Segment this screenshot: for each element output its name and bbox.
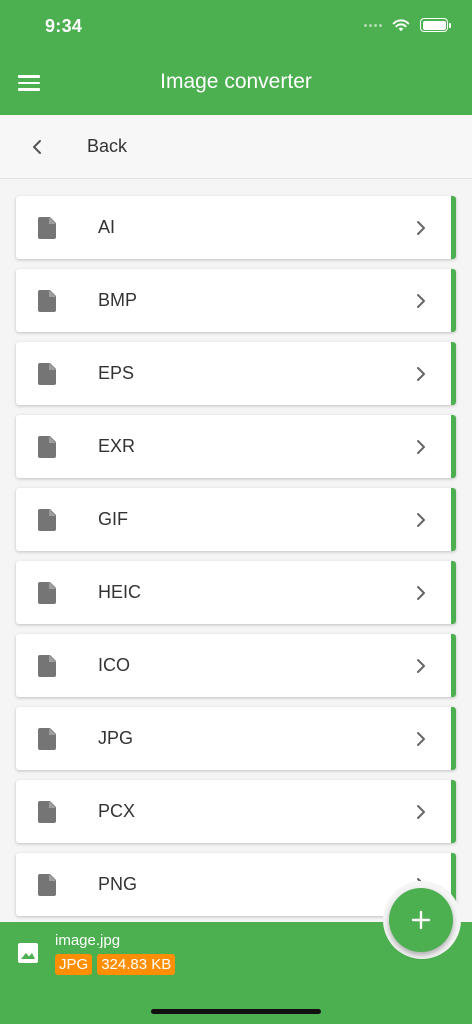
file-icon [38, 582, 56, 604]
chevron-right-icon [417, 440, 425, 454]
format-label: AI [98, 217, 116, 237]
chevron-right-icon [417, 732, 425, 746]
cellular-signal-icon [364, 23, 382, 27]
format-label: ICO [98, 655, 131, 675]
back-label: Back [87, 136, 128, 156]
chevron-right-icon [417, 513, 425, 527]
file-icon [38, 363, 56, 385]
file-icon [38, 509, 56, 531]
format-label: EPS [98, 363, 135, 383]
file-icon [38, 217, 56, 239]
format-label: BMP [98, 290, 138, 310]
file-icon [38, 655, 56, 677]
chevron-right-icon [417, 586, 425, 600]
format-item-gif[interactable]: GIF [16, 488, 456, 551]
file-icon [38, 728, 56, 750]
wifi-icon [392, 19, 410, 32]
app-header: 9:34 Image converter [0, 0, 472, 115]
format-item-eps[interactable]: EPS [16, 342, 456, 405]
file-type-badge: JPG [55, 954, 93, 975]
file-badges: JPG 324.83 KB [55, 954, 176, 975]
format-label: EXR [98, 436, 136, 456]
image-icon [18, 943, 38, 963]
page-title: Image converter [160, 70, 312, 93]
file-icon [38, 874, 56, 896]
back-button[interactable]: Back [0, 115, 472, 179]
format-label: HEIC [98, 582, 142, 602]
plus-icon [411, 910, 431, 930]
format-item-ico[interactable]: ICO [16, 634, 456, 697]
status-icons [364, 15, 451, 35]
selected-file-name: image.jpg [55, 932, 121, 949]
format-label: PNG [98, 874, 138, 894]
format-item-exr[interactable]: EXR [16, 415, 456, 478]
format-item-bmp[interactable]: BMP [16, 269, 456, 332]
format-list: AI BMP EPS EXR GIF HEIC ICO JPG PCX PNG [16, 196, 456, 926]
chevron-left-icon [33, 140, 41, 154]
format-item-ai[interactable]: AI [16, 196, 456, 259]
format-label: GIF [98, 509, 128, 529]
chevron-right-icon [417, 805, 425, 819]
home-indicator [151, 1009, 321, 1014]
format-label: JPG [98, 728, 134, 748]
file-icon [38, 801, 56, 823]
file-icon [38, 436, 56, 458]
format-item-heic[interactable]: HEIC [16, 561, 456, 624]
file-icon [38, 290, 56, 312]
format-item-pcx[interactable]: PCX [16, 780, 456, 843]
chevron-right-icon [417, 659, 425, 673]
battery-icon [420, 18, 451, 32]
chevron-right-icon [417, 367, 425, 381]
chevron-right-icon [417, 294, 425, 308]
format-item-jpg[interactable]: JPG [16, 707, 456, 770]
add-file-button[interactable] [389, 888, 453, 952]
file-size-badge: 324.83 KB [97, 954, 176, 975]
status-time: 9:34 [45, 16, 83, 36]
chevron-right-icon [417, 221, 425, 235]
format-label: PCX [98, 801, 136, 821]
